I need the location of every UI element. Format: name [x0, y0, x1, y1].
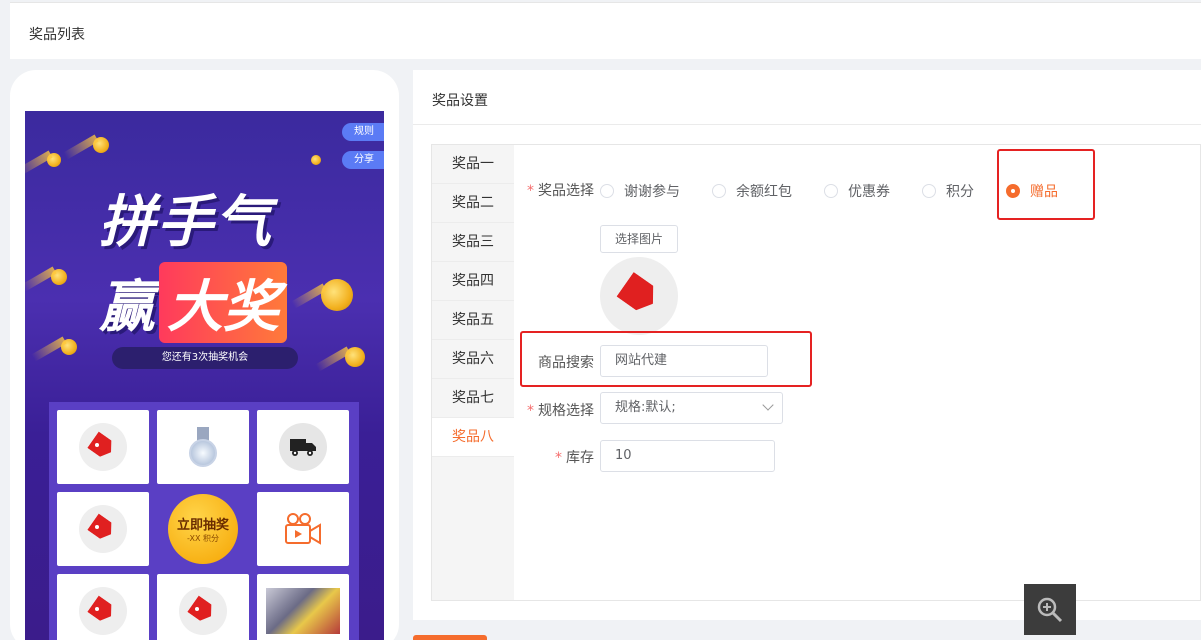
- headline-line1: 拼手气: [99, 190, 273, 255]
- draw-button[interactable]: 立即抽奖 -XX 积分: [168, 494, 238, 564]
- coin-decoration: [321, 279, 353, 311]
- tag-icon: [179, 587, 227, 635]
- prize-cell: [57, 574, 149, 640]
- prize-tab-list: 奖品一 奖品二 奖品三 奖品四 奖品五 奖品六 奖品七 奖品八: [432, 145, 514, 600]
- radio-points[interactable]: 积分: [922, 181, 974, 201]
- radio-circle: [922, 184, 936, 198]
- zoom-in-icon: [1037, 597, 1063, 622]
- prize-form: * 奖品选择 谢谢参与 余额红包 优惠券 积分 赠品 选择图片 商品搜索 网站代…: [514, 145, 1200, 600]
- prize-cell: [257, 410, 349, 484]
- radio-label: 优惠券: [848, 184, 890, 200]
- radio-balance-redpacket[interactable]: 余额红包: [712, 181, 792, 201]
- spec-label: * 规格选择: [527, 403, 594, 419]
- chances-remaining: 您还有3次抽奖机会: [112, 347, 298, 369]
- radio-circle: [600, 184, 614, 198]
- tab-prize-5[interactable]: 奖品五: [432, 301, 514, 340]
- mobile-preview: 规则 分享 拼手气 赢 大奖 您还有3次抽奖机会 立即抽奖 -XX 积分: [10, 70, 399, 640]
- coin-decoration: [345, 347, 365, 367]
- coin-decoration: [47, 153, 61, 167]
- medal-icon: [187, 427, 219, 467]
- page-title: 奖品列表: [29, 27, 85, 43]
- tab-prize-4[interactable]: 奖品四: [432, 262, 514, 301]
- tag-icon: [79, 587, 127, 635]
- prize-cell: [257, 574, 349, 640]
- prize-tabs: 奖品一 奖品二 奖品三 奖品四 奖品五 奖品六 奖品七 奖品八 * 奖品选择 谢谢…: [431, 144, 1201, 601]
- prize-cell: [57, 410, 149, 484]
- radio-label: 积分: [946, 184, 974, 200]
- page-header: 奖品列表: [10, 2, 1201, 59]
- truck-icon: [279, 423, 327, 471]
- tag-icon: [79, 505, 127, 553]
- gift-image-preview: [600, 257, 678, 335]
- preview-screen: 规则 分享 拼手气 赢 大奖 您还有3次抽奖机会 立即抽奖 -XX 积分: [25, 111, 384, 640]
- stock-input[interactable]: 10: [600, 440, 775, 472]
- tab-prize-3[interactable]: 奖品三: [432, 223, 514, 262]
- prize-cell: [57, 492, 149, 566]
- radio-circle: [824, 184, 838, 198]
- headline-line2-win: 赢: [99, 275, 155, 340]
- prize-grid: 立即抽奖 -XX 积分: [49, 402, 359, 640]
- prize-cell: [157, 574, 249, 640]
- tab-prize-7[interactable]: 奖品七: [432, 379, 514, 418]
- chevron-down-icon: [762, 399, 774, 411]
- highlight-box-search: [520, 331, 812, 387]
- spec-select-value: 规格:默认;: [615, 400, 676, 415]
- camera-icon: [283, 511, 323, 547]
- headline-line2-prize: 大奖: [159, 262, 287, 343]
- tab-prize-2[interactable]: 奖品二: [432, 184, 514, 223]
- coin-decoration: [93, 137, 109, 153]
- select-image-button[interactable]: 选择图片: [600, 225, 678, 253]
- draw-cell: 立即抽奖 -XX 积分: [157, 492, 249, 566]
- save-button[interactable]: [413, 635, 487, 640]
- radio-coupon[interactable]: 优惠券: [824, 181, 890, 201]
- coin-decoration: [311, 155, 321, 165]
- radio-circle: [712, 184, 726, 198]
- tab-prize-8[interactable]: 奖品八: [432, 418, 514, 457]
- draw-cost-label: -XX 积分: [187, 534, 219, 543]
- spec-select[interactable]: 规格:默认;: [600, 392, 783, 424]
- tab-prize-1[interactable]: 奖品一: [432, 145, 514, 184]
- tab-prize-6[interactable]: 奖品六: [432, 340, 514, 379]
- tag-icon: [79, 423, 127, 471]
- product-thumbnail: [266, 588, 340, 634]
- panel-title: 奖品设置: [432, 93, 488, 109]
- zoom-in-button[interactable]: [1024, 584, 1076, 635]
- coin-decoration: [61, 339, 77, 355]
- prize-settings-panel: 奖品设置 奖品一 奖品二 奖品三 奖品四 奖品五 奖品六 奖品七 奖品八 * 奖品…: [413, 70, 1201, 620]
- highlight-box-gift: [997, 149, 1095, 220]
- divider: [413, 124, 1201, 125]
- radio-label: 谢谢参与: [624, 184, 680, 200]
- prize-type-label: * 奖品选择: [527, 183, 594, 199]
- headline: 拼手气 赢 大奖: [99, 177, 287, 343]
- radio-thanks[interactable]: 谢谢参与: [600, 181, 680, 201]
- share-button[interactable]: 分享: [342, 151, 384, 169]
- stock-label: * 库存: [555, 450, 594, 466]
- rules-button[interactable]: 规则: [342, 123, 384, 141]
- coin-decoration: [51, 269, 67, 285]
- radio-label: 余额红包: [736, 184, 792, 200]
- draw-button-label: 立即抽奖: [176, 518, 229, 533]
- prize-cell: [157, 410, 249, 484]
- prize-cell: [257, 492, 349, 566]
